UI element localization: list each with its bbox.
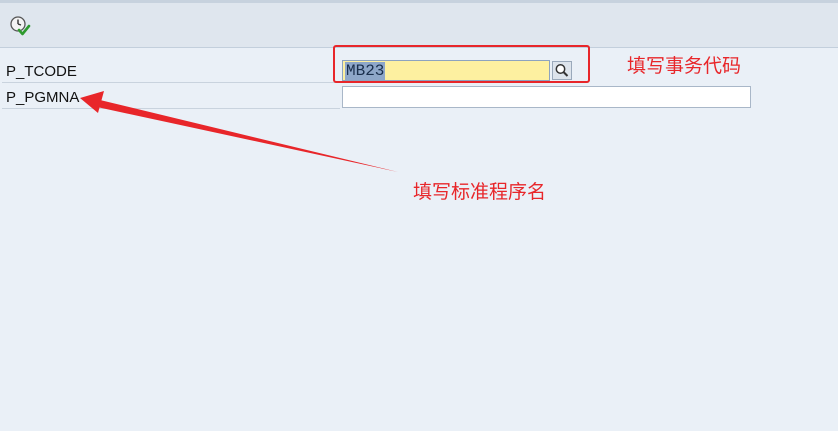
selection-row-pgmna: P_PGMNA — [2, 84, 340, 109]
application-toolbar — [0, 0, 838, 48]
field-label-pgmna: P_PGMNA — [6, 89, 80, 106]
annotation-tcode-text: 填写事务代码 — [627, 55, 742, 77]
annotation-pgmna-text: 填写标准程序名 — [413, 181, 547, 203]
selection-row-tcode: P_TCODE — [2, 58, 340, 83]
execute-clock-check-icon — [10, 16, 31, 36]
pgmna-input[interactable] — [342, 86, 751, 108]
annotation-highlight-box — [333, 45, 590, 83]
field-label-tcode: P_TCODE — [6, 63, 77, 80]
annotation-arrow-shaft — [97, 100, 398, 172]
execute-button[interactable] — [9, 15, 31, 37]
